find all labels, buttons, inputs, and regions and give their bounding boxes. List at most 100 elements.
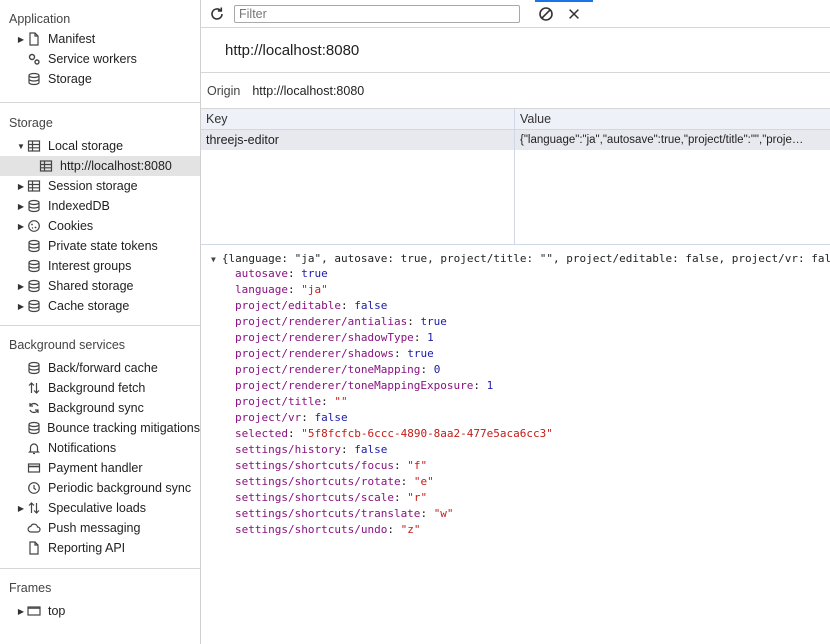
json-separator: :: [340, 443, 355, 456]
filter-input[interactable]: [234, 5, 520, 23]
sidebar-item-label: Shared storage: [48, 279, 134, 293]
json-entry[interactable]: settings/shortcuts/rotate: "e": [235, 474, 434, 490]
json-entry[interactable]: project/renderer/antialias: true: [235, 314, 447, 330]
json-entry[interactable]: project/renderer/shadows: true: [235, 346, 434, 362]
json-entry[interactable]: settings/shortcuts/focus: "f": [235, 458, 427, 474]
arrows-updown-icon: [26, 500, 42, 516]
database-icon: [26, 420, 41, 436]
sidebar-item-background-sync[interactable]: Background sync: [0, 398, 200, 418]
json-entry[interactable]: project/renderer/toneMapping: 0: [235, 362, 440, 378]
storage-origin-title: http://localhost:8080: [201, 28, 830, 73]
table-icon: [26, 138, 42, 154]
database-icon: [26, 298, 42, 314]
json-entry[interactable]: project/renderer/toneMappingExposure: 1: [235, 378, 493, 394]
sidebar-item-interest-groups[interactable]: Interest groups: [0, 256, 200, 276]
json-key: settings/shortcuts/focus: [235, 459, 394, 472]
document-icon: [26, 31, 42, 47]
expand-arrow-icon[interactable]: ▶: [16, 202, 26, 211]
sidebar-item-storage[interactable]: Storage: [0, 69, 200, 89]
json-value: "z": [400, 523, 421, 536]
json-summary-row[interactable]: ▼ {language: "ja", autosave: true, projec…: [211, 252, 830, 265]
json-separator: :: [413, 331, 428, 344]
json-entry[interactable]: selected: "5f8fcfcb-6ccc-4890-8aa2-477e5…: [235, 426, 553, 442]
json-separator: :: [287, 427, 302, 440]
json-entry[interactable]: settings/history: false: [235, 442, 387, 458]
json-value: false: [354, 443, 388, 456]
json-value: "r": [407, 491, 428, 504]
sidebar-item-push-messaging[interactable]: Push messaging: [0, 518, 200, 538]
json-key: autosave: [235, 267, 288, 280]
json-entry[interactable]: autosave: true: [235, 266, 328, 282]
sidebar-item-shared-storage[interactable]: ▶ Shared storage: [0, 276, 200, 296]
json-entry[interactable]: language: "ja": [235, 282, 328, 298]
json-entry[interactable]: project/title: "": [235, 394, 348, 410]
sidebar-item-private-state-tokens[interactable]: Private state tokens: [0, 236, 200, 256]
table-icon: [26, 178, 42, 194]
sidebar-item-payment-handler[interactable]: Payment handler: [0, 458, 200, 478]
sidebar-item-back-forward-cache[interactable]: Back/forward cache: [0, 358, 200, 378]
json-separator: :: [301, 411, 315, 424]
json-separator: :: [420, 507, 434, 520]
expand-arrow-icon[interactable]: ▶: [16, 282, 26, 291]
cloud-icon: [26, 520, 42, 536]
sidebar-item-session-storage[interactable]: ▶ Session storage: [0, 176, 200, 196]
json-key: project/renderer/antialias: [235, 315, 408, 328]
row-key[interactable]: threejs-editor: [201, 130, 515, 150]
refresh-icon[interactable]: [205, 2, 229, 26]
sidebar-item-manifest[interactable]: ▶ Manifest: [0, 29, 200, 49]
sidebar-item-local-storage-origin[interactable]: http://localhost:8080: [0, 156, 200, 176]
json-entry[interactable]: project/vr: false: [235, 410, 348, 426]
sidebar-item-frame-top[interactable]: ▶ top: [0, 601, 200, 621]
json-value: "e": [413, 475, 434, 488]
sidebar-item-notifications[interactable]: Notifications: [0, 438, 200, 458]
expand-arrow-icon[interactable]: ▶: [16, 302, 26, 311]
sidebar-item-service-workers[interactable]: Service workers: [0, 49, 200, 69]
close-icon[interactable]: [562, 2, 586, 26]
sidebar-item-bounce-tracking[interactable]: Bounce tracking mitigations: [0, 418, 200, 438]
expand-arrow-icon[interactable]: ▶: [16, 504, 26, 513]
sidebar-item-label: top: [48, 604, 66, 618]
json-entry[interactable]: project/editable: false: [235, 298, 387, 314]
sidebar-item-local-storage[interactable]: ▼ Local storage: [0, 136, 200, 156]
table-row[interactable]: threejs-editor {"language":"ja","autosav…: [201, 130, 830, 150]
section-title-application: Application: [9, 12, 71, 26]
json-key: project/renderer/toneMapping: [235, 363, 421, 376]
json-entry[interactable]: project/renderer/shadowType: 1: [235, 330, 434, 346]
collapse-arrow-icon[interactable]: ▼: [16, 142, 26, 151]
collapse-arrow-icon[interactable]: ▼: [211, 255, 216, 264]
sidebar-item-indexeddb[interactable]: ▶ IndexedDB: [0, 196, 200, 216]
sidebar-item-label: Reporting API: [48, 541, 126, 555]
sidebar-item-label: Push messaging: [48, 521, 141, 535]
sidebar-item-label: Cookies: [48, 219, 94, 233]
expand-arrow-icon[interactable]: ▶: [16, 35, 26, 44]
expand-arrow-icon[interactable]: ▶: [16, 182, 26, 191]
sidebar-item-label: Speculative loads: [48, 501, 146, 515]
json-entry[interactable]: settings/shortcuts/scale: "r": [235, 490, 427, 506]
sidebar-item-cache-storage[interactable]: ▶ Cache storage: [0, 296, 200, 316]
sidebar-item-cookies[interactable]: ▶ Cookies: [0, 216, 200, 236]
sidebar-item-reporting-api[interactable]: Reporting API: [0, 538, 200, 558]
section-storage: Storage ▼ Local storage http://localhost…: [0, 103, 200, 326]
json-entry[interactable]: settings/shortcuts/undo: "z": [235, 522, 420, 538]
json-key: settings/shortcuts/undo: [235, 523, 388, 536]
column-header-value[interactable]: Value: [515, 109, 830, 129]
section-background-services: Background services Back/forward cache B…: [0, 326, 200, 569]
sidebar-item-speculative-loads[interactable]: ▶ Speculative loads: [0, 498, 200, 518]
json-value: 1: [427, 331, 434, 344]
json-key: project/title: [235, 395, 322, 408]
sidebar-item-label: Private state tokens: [48, 239, 158, 253]
json-key: settings/shortcuts/rotate: [235, 475, 401, 488]
table-icon: [38, 158, 54, 174]
column-header-key[interactable]: Key: [201, 109, 515, 129]
sidebar-item-background-fetch[interactable]: Background fetch: [0, 378, 200, 398]
origin-row: Origin http://localhost:8080: [201, 73, 830, 109]
expand-arrow-icon[interactable]: ▶: [16, 222, 26, 231]
json-entry[interactable]: settings/shortcuts/translate: "w": [235, 506, 454, 522]
sidebar-item-label: Storage: [48, 72, 92, 86]
sidebar-item-periodic-background-sync[interactable]: Periodic background sync: [0, 478, 200, 498]
row-value[interactable]: {"language":"ja","autosave":true,"projec…: [515, 130, 830, 150]
clear-icon[interactable]: [534, 2, 558, 26]
database-icon: [26, 238, 42, 254]
card-icon: [26, 460, 42, 476]
expand-arrow-icon[interactable]: ▶: [16, 607, 26, 616]
